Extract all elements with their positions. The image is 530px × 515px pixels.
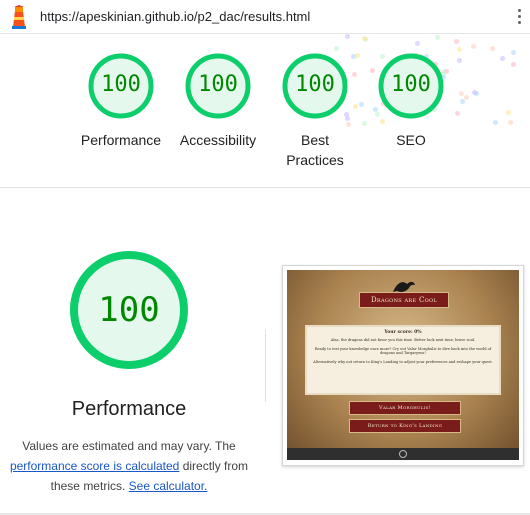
- result-text: Ready to test your knowledge once more? …: [314, 346, 492, 356]
- performance-title: Performance: [71, 398, 187, 420]
- site-banner: Dragons are Cool: [359, 292, 449, 308]
- performance-score: 100: [98, 290, 160, 330]
- performance-gauge: 100: [68, 249, 190, 371]
- score-summary: 100 Performance 100 Accessibility 100 Be…: [0, 34, 530, 184]
- final-screenshot[interactable]: Dragons are Cool Your score: 0% Alas, th…: [282, 265, 524, 466]
- gauge-label: Performance: [80, 132, 162, 148]
- screenshot-footer: [287, 448, 519, 460]
- url-bar: https://apeskinian.github.io/p2_dac/resu…: [0, 0, 530, 34]
- score-heading: Your score: 0%: [384, 330, 422, 335]
- vertical-divider: [265, 330, 266, 402]
- footer-icon: [399, 450, 407, 458]
- gauge-best-practices[interactable]: 100 Best Practices: [265, 52, 365, 170]
- note-text: Values are estimated and may vary. The: [22, 439, 236, 453]
- gauge-label: SEO: [396, 132, 426, 148]
- gauge-score: 100: [391, 72, 431, 97]
- screenshot-content: Dragons are Cool Your score: 0% Alas, th…: [287, 270, 519, 460]
- see-calculator-link[interactable]: See calculator.: [129, 479, 208, 493]
- gauge-score: 100: [198, 72, 238, 97]
- lighthouse-logo-icon: [12, 5, 26, 29]
- performance-note: Values are estimated and may vary. The p…: [4, 436, 254, 496]
- gauge-seo[interactable]: 100 SEO: [361, 52, 461, 150]
- return-button: Return to King's Landing: [349, 419, 461, 433]
- page-url[interactable]: https://apeskinian.github.io/p2_dac/resu…: [40, 9, 310, 24]
- gauge-score: 100: [101, 72, 141, 97]
- more-menu-icon[interactable]: [518, 9, 522, 25]
- results-panel: Your score: 0% Alas, the dragons did not…: [305, 325, 501, 395]
- gauge-accessibility[interactable]: 100 Accessibility: [168, 52, 268, 150]
- gauge-performance[interactable]: 100 Performance: [71, 52, 171, 150]
- score-calculated-link[interactable]: performance score is calculated: [10, 459, 179, 473]
- gauge-score: 100: [295, 72, 335, 97]
- section-divider: [0, 187, 530, 188]
- result-text: Alternatively why not return to King's L…: [313, 359, 493, 364]
- gauge-label: Best Practices: [286, 132, 344, 168]
- valar-morghulis-button: Valar Morghulis!: [349, 401, 461, 415]
- result-text: Alas, the dragons did not favor you this…: [330, 338, 476, 342]
- gauge-label: Accessibility: [179, 132, 257, 148]
